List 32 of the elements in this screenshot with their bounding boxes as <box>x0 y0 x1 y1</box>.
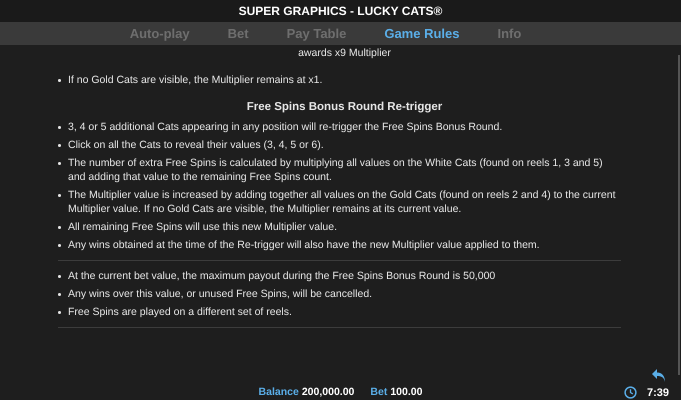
rule-text: If no Gold Cats are visible, the Multiplier remains at x1. <box>68 73 322 87</box>
rule-text: Any wins over this value, or unused Free Spins, will be cancelled. <box>68 287 372 301</box>
rule-text: 3, 4 or 5 additional Cats appearing in any position will re-trigger the Free Spins Bonus Round. <box>68 120 502 134</box>
bullet-icon <box>58 226 61 229</box>
game-title: SUPER GRAPHICS - LUCKY CATS® <box>238 4 442 18</box>
balance-value: 200,000.00 <box>302 386 354 398</box>
rule-text: All remaining Free Spins will use this new Multiplier value. <box>68 220 338 234</box>
bullet-icon <box>58 194 61 197</box>
bullet-icon <box>58 275 61 278</box>
bullet-icon <box>58 311 61 314</box>
rule-text: Click on all the Cats to reveal their values (3, 4, 5 or 6). <box>68 138 324 152</box>
bullet-icon <box>58 162 61 165</box>
bet-value: 100.00 <box>390 386 422 398</box>
rule-text: The Multiplier value is increased by adding together all values on the Gold Cats (found on reels 2 and 4) to the current Multiplier value. If no Gold Cats are visible, the Multiplier remains at its current value. <box>68 188 616 216</box>
clock-time: 7:39 <box>646 386 669 398</box>
bet-label: Bet <box>370 386 388 398</box>
rule-text: The number of extra Free Spins is calculated by multiplying all values on the White Cats (found on reels 1, 3 and 5) and adding that value to the remaining Free Spins count. <box>68 156 604 184</box>
bullet-icon <box>58 126 61 129</box>
balance-label: Balance <box>258 386 299 398</box>
caption-text: awards x9 Multiplier <box>297 47 392 59</box>
clock-icon <box>624 386 637 399</box>
bullet-icon <box>58 293 61 296</box>
bullet-icon <box>58 244 61 247</box>
bullet-icon <box>58 144 61 147</box>
back-icon[interactable] <box>651 368 667 384</box>
bullet-icon <box>58 79 61 82</box>
rule-text: At the current bet value, the maximum payout during the Free Spins Bonus Round is 50,000 <box>68 269 496 283</box>
section-heading: Free Spins Bonus Round Re-trigger <box>246 101 444 113</box>
tab[interactable]: Game Rules <box>368 24 476 43</box>
rule-text: Free Spins are played on a different set of reels. <box>68 305 292 319</box>
rule-text: Any wins obtained at the time of the Re-trigger will also have the new Multiplier value applied to them. <box>68 238 540 252</box>
scrollbar[interactable] <box>678 55 680 375</box>
